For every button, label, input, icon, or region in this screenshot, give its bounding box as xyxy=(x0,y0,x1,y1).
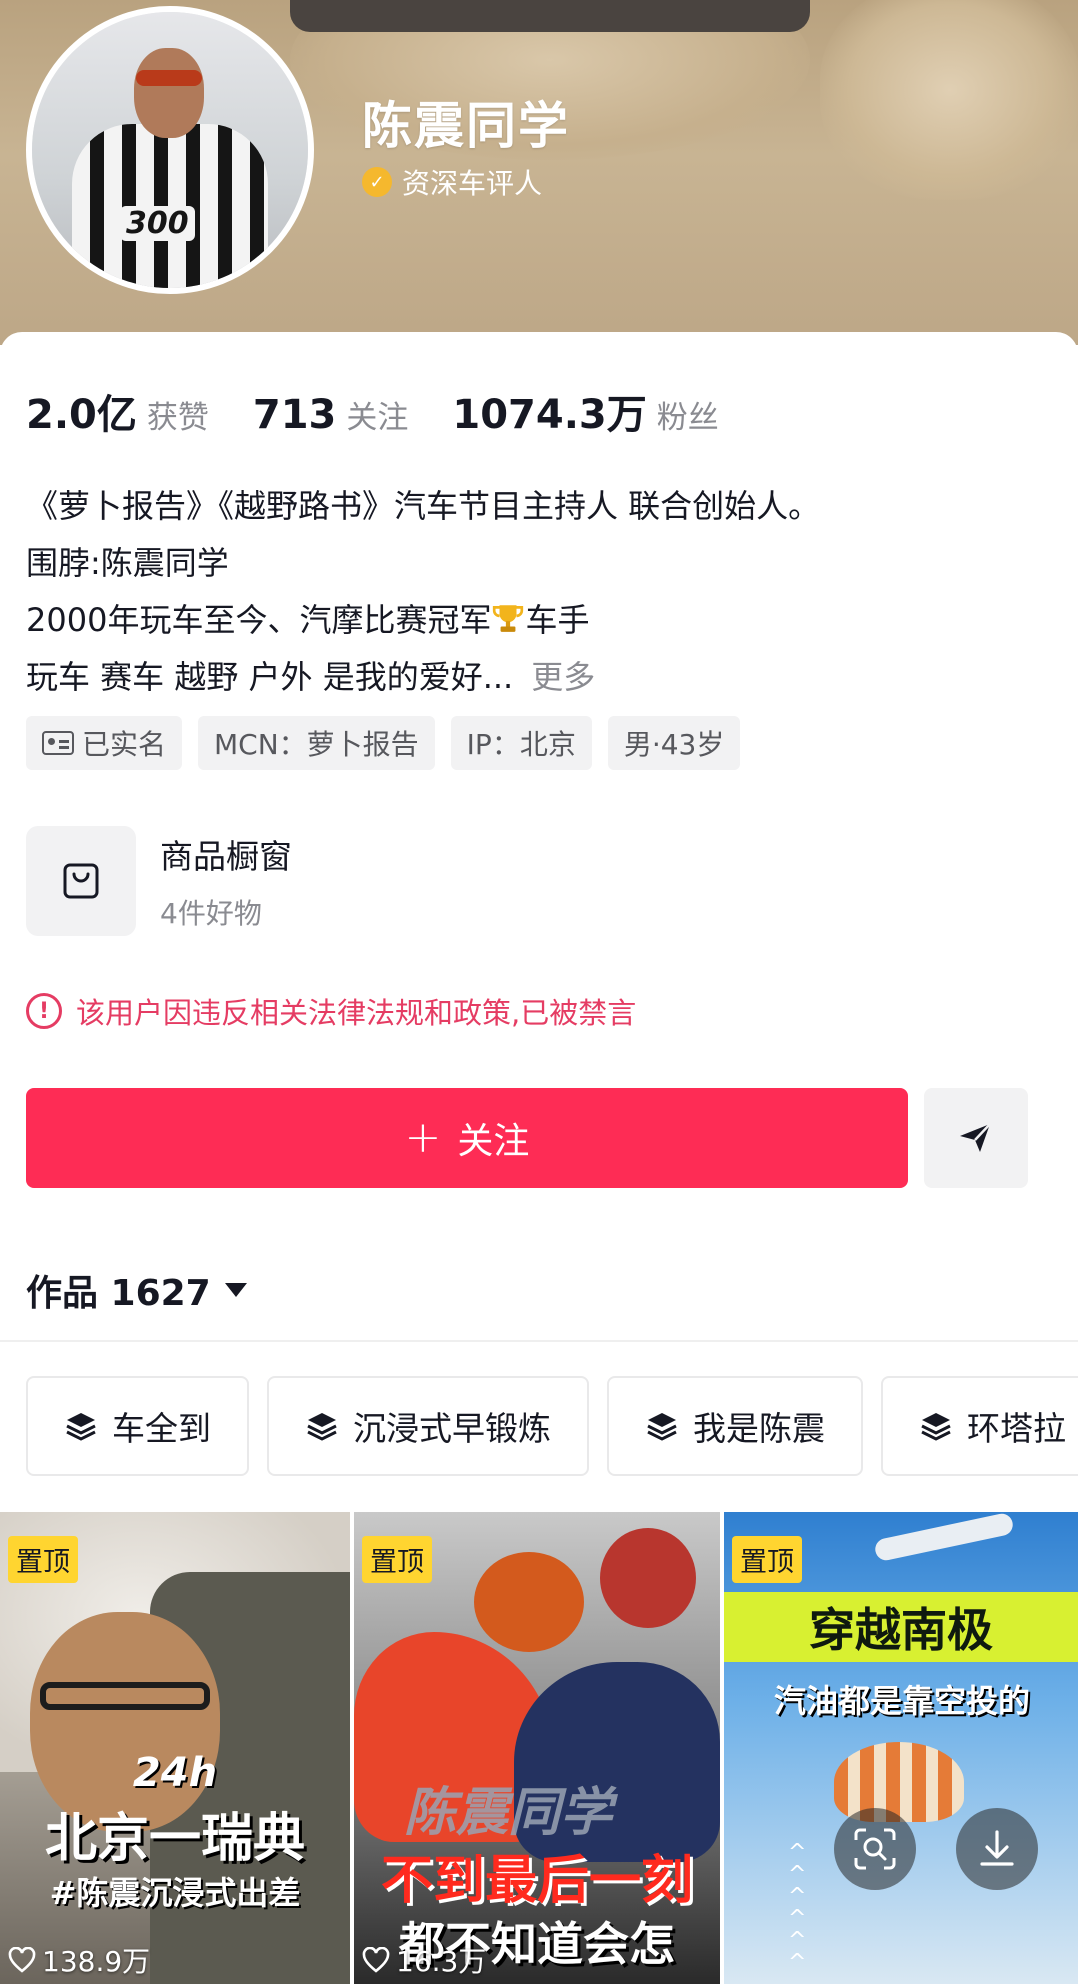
stat-label: 获赞 xyxy=(146,400,209,436)
collection-chip[interactable]: 车全到 xyxy=(26,1376,249,1476)
tag-label: IP：北京 xyxy=(466,728,576,761)
caret-down-icon xyxy=(224,1283,247,1297)
layers-icon xyxy=(307,1413,337,1441)
video-caption: 汽油都是靠空投的 xyxy=(773,1682,1030,1720)
avatar-number: 300 xyxy=(120,206,195,241)
bio-more-link[interactable]: 更多 xyxy=(531,658,595,696)
video-caption: 不到最后一刻 xyxy=(380,1851,693,1911)
tag-label: 已实名 xyxy=(82,728,167,761)
likes-count: 16.3万 xyxy=(396,1945,487,1978)
verify-badge: ✓ 资深车评人 xyxy=(362,162,542,202)
bio-line-text: 2000年玩车至今、汽摩比赛冠军 xyxy=(26,601,492,639)
tag-label: 男·43岁 xyxy=(623,728,725,761)
collection-chip[interactable]: 环塔拉 xyxy=(881,1376,1078,1476)
stat-value: 2.0亿 xyxy=(26,392,137,438)
plus-icon: + xyxy=(404,1112,442,1163)
video-thumbnail[interactable]: 置顶 24h 北京一瑞典 #陈震沉浸式出差 138.9万 xyxy=(0,1512,350,1984)
alert-icon: ! xyxy=(26,993,62,1029)
follow-button[interactable]: + 关注 xyxy=(26,1088,908,1188)
pinned-badge: 置顶 xyxy=(362,1536,432,1583)
download-icon xyxy=(980,1830,1014,1866)
video-likes: 16.3万 xyxy=(362,1940,486,1980)
video-caption: 北京一瑞典 xyxy=(44,1809,305,1869)
tag-label: MCN：萝卜报告 xyxy=(214,728,419,761)
verify-label: 资深车评人 xyxy=(402,167,543,200)
stat-likes[interactable]: 2.0亿 获赞 xyxy=(26,382,209,440)
tag-gender-age: 男·43岁 xyxy=(607,716,741,770)
ban-warning: ! 该用户因违反相关法律法规和政策,已被禁言 xyxy=(26,990,636,1032)
pinned-badge: 置顶 xyxy=(8,1536,78,1583)
verified-icon: ✓ xyxy=(362,167,392,197)
glasses-shape xyxy=(40,1682,210,1710)
collection-label: 我是陈震 xyxy=(693,1409,825,1448)
image-search-button[interactable] xyxy=(834,1808,916,1890)
bio-line-text: 车手 xyxy=(525,601,590,639)
follow-label: 关注 xyxy=(457,1121,530,1162)
heart-icon xyxy=(362,1947,390,1973)
message-button[interactable] xyxy=(924,1088,1028,1188)
video-thumbnail[interactable]: 置顶 穿越南极 汽油都是靠空投的 ^ ^ ^ ^ ^ ^ xyxy=(724,1512,1078,1984)
bio-line: 2000年玩车至今、汽摩比赛冠军 车手 xyxy=(26,592,1056,649)
likes-count: 138.9万 xyxy=(42,1945,151,1978)
layers-icon xyxy=(921,1413,951,1441)
parachute-shape xyxy=(834,1742,964,1822)
trophy-icon xyxy=(493,605,524,632)
airplane-shape xyxy=(873,1512,1015,1563)
collection-chips: 车全到 沉浸式早锻炼 我是陈震 环塔拉 xyxy=(26,1376,1078,1476)
scan-search-icon xyxy=(854,1828,896,1870)
collection-label: 车全到 xyxy=(112,1409,211,1448)
divider xyxy=(0,1340,1078,1342)
arrow-marks: ^ ^ ^ ^ ^ ^ xyxy=(788,1840,807,1975)
bio-line: 围脖:陈震同学 xyxy=(26,544,229,582)
bio-line: 玩车 赛车 越野 户外 是我的爱好... 更多 xyxy=(26,649,1056,706)
tag-mcn[interactable]: MCN：萝卜报告 xyxy=(198,716,435,770)
pinned-badge: 置顶 xyxy=(732,1536,802,1583)
video-likes: 138.9万 xyxy=(8,1940,150,1980)
avatar[interactable]: 300 xyxy=(26,6,314,294)
video-thumbnail[interactable]: 置顶 陈震同学 不到最后一刻 都不知道会怎 16.3万 xyxy=(354,1512,720,1984)
bio-line: 《萝卜报告》《越野路书》汽车节目主持人 联合创始人。 xyxy=(26,487,821,525)
layers-icon xyxy=(66,1413,96,1441)
layers-icon xyxy=(647,1413,677,1441)
download-button[interactable] xyxy=(956,1808,1038,1890)
works-label: 作品 1627 xyxy=(26,1273,211,1314)
collection-chip[interactable]: 我是陈震 xyxy=(607,1376,863,1476)
collection-label: 沉浸式早锻炼 xyxy=(353,1409,551,1448)
tag-real-name[interactable]: 已实名 xyxy=(26,716,183,770)
shop-title: 商品橱窗 xyxy=(160,837,292,876)
banner-shape xyxy=(820,0,1078,200)
heart-icon xyxy=(8,1947,36,1973)
shopping-bag-icon xyxy=(26,826,136,936)
collection-chip[interactable]: 沉浸式早锻炼 xyxy=(267,1376,589,1476)
banner-shape xyxy=(290,0,810,32)
send-icon xyxy=(960,1123,991,1152)
tag-ip: IP：北京 xyxy=(450,716,592,770)
ban-warning-text: 该用户因违反相关法律法规和政策,已被禁言 xyxy=(76,996,637,1030)
video-caption: 24h xyxy=(132,1750,218,1796)
stat-followers[interactable]: 1074.3万 粉丝 xyxy=(452,382,718,440)
stat-value: 1074.3万 xyxy=(452,392,647,438)
stat-label: 粉丝 xyxy=(656,400,719,436)
stat-value: 713 xyxy=(252,392,337,438)
stat-following[interactable]: 713 关注 xyxy=(253,392,409,438)
shop-window[interactable]: 商品橱窗 4件好物 xyxy=(26,826,292,936)
tag-row: 已实名 MCN：萝卜报告 IP：北京 男·43岁 xyxy=(26,716,741,770)
stats-row: 2.0亿 获赞 713 关注 1074.3万 粉丝 xyxy=(26,382,719,440)
video-caption: 穿越南极 xyxy=(724,1592,1078,1662)
video-caption: 陈震同学 xyxy=(404,1783,613,1843)
bio-line-text: 玩车 赛车 越野 户外 是我的爱好... xyxy=(26,658,514,696)
stat-label: 关注 xyxy=(346,400,409,436)
video-caption: #陈震沉浸式出差 xyxy=(49,1874,301,1912)
profile-name: 陈震同学 xyxy=(362,97,570,155)
id-card-icon xyxy=(42,731,74,755)
collection-label: 环塔拉 xyxy=(967,1409,1066,1448)
bio: 《萝卜报告》《越野路书》汽车节目主持人 联合创始人。 围脖:陈震同学 2000年… xyxy=(26,478,1056,706)
shop-subtitle: 4件好物 xyxy=(160,897,262,930)
works-tab[interactable]: 作品 1627 xyxy=(26,1264,249,1316)
